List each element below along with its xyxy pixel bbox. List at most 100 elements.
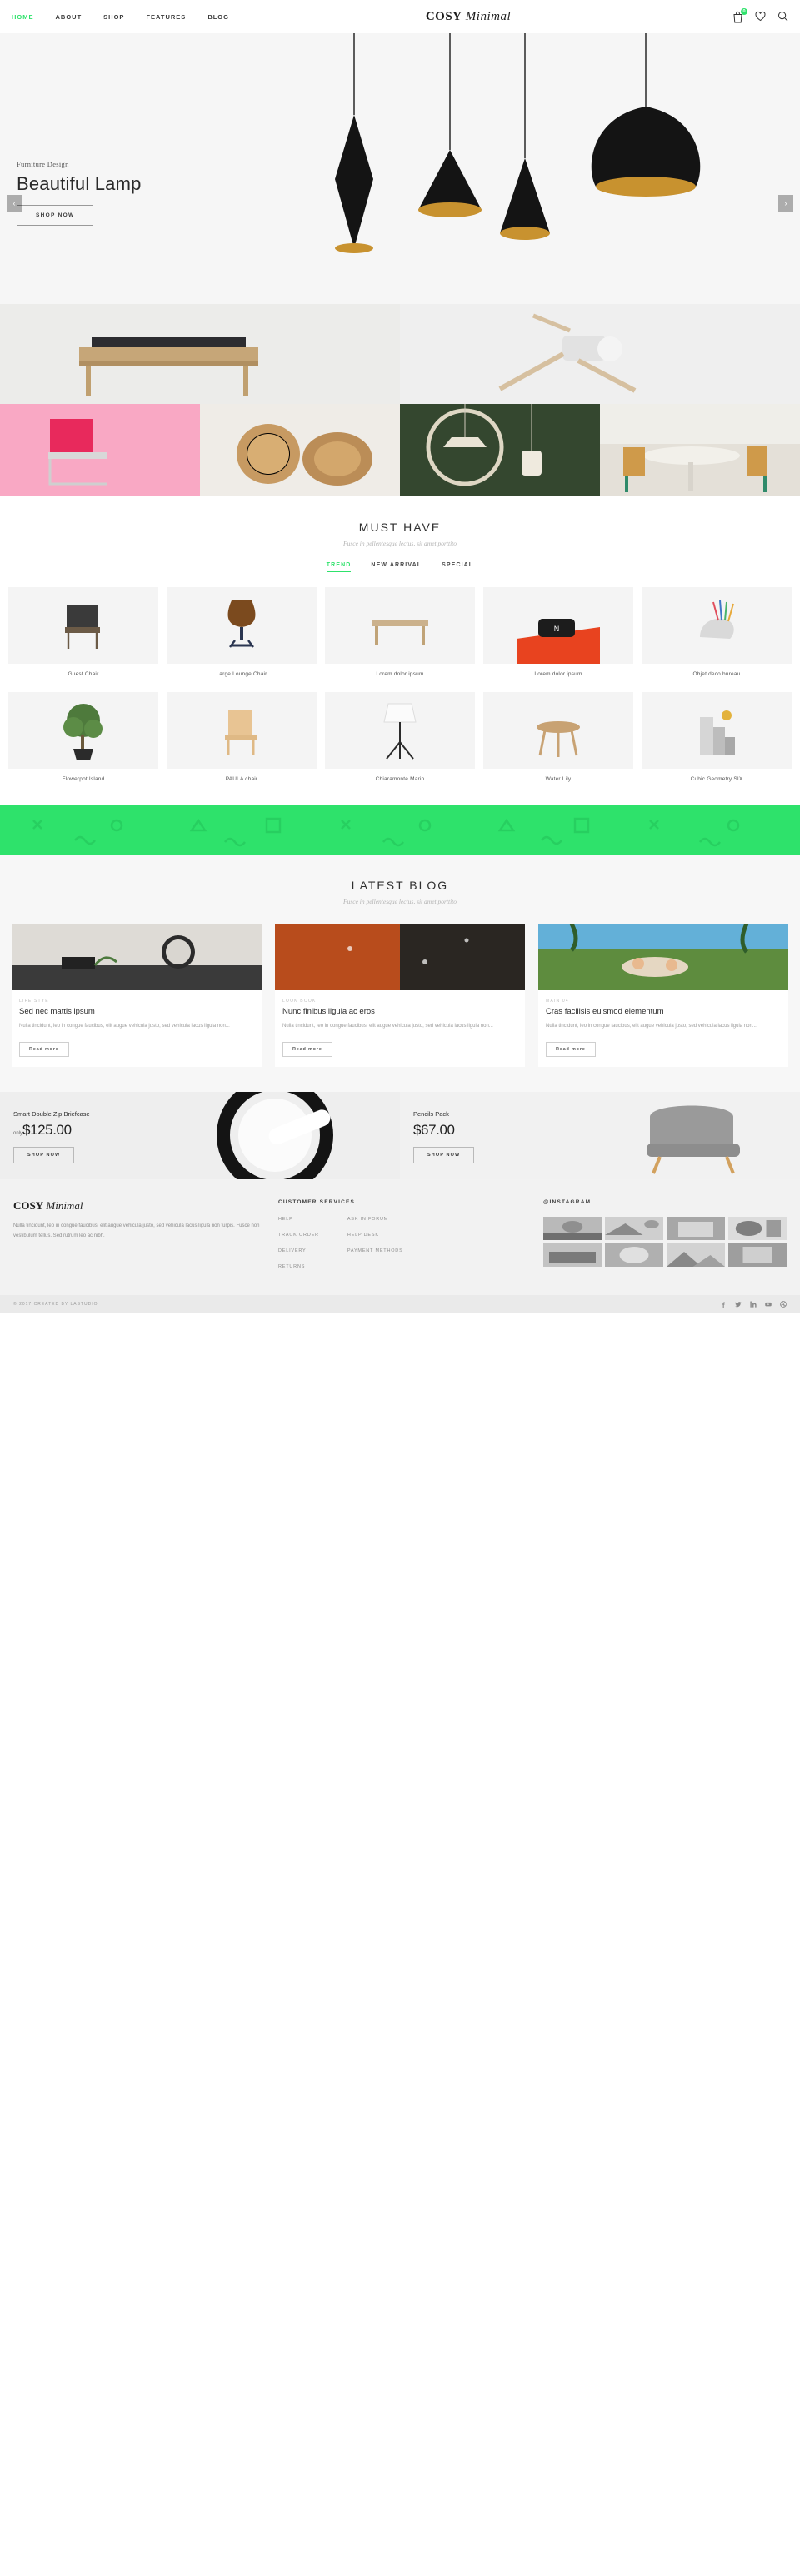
site-logo[interactable]: COSY Minimal [229,9,732,24]
blog-category[interactable]: LOOK BOOK [282,999,518,1004]
product-image-water-lily-stool [483,692,633,769]
footer-link-returns[interactable]: RETURNS [278,1264,319,1269]
slider-prev-arrow-icon[interactable]: ‹ [7,195,22,212]
footer-link-ask-in-forum[interactable]: ASK IN FORUM [348,1217,403,1222]
blog-card[interactable]: LOOK BOOK Nunc finibus ligula ac eros Nu… [275,924,525,1068]
tab-trend[interactable]: TREND [326,562,352,572]
promo-caption: Smart Double Zip Briefcase only $125.00 … [13,1110,90,1164]
blog-post-title[interactable]: Nunc finibus ligula ac eros [282,1007,518,1016]
instagram-thumb[interactable] [543,1217,602,1241]
product-name: Chiaramonte Marin [375,776,425,782]
blog-body: LIFE STYE Sed nec mattis ipsum Nulla tin… [12,990,262,1067]
promo-banner-pencils[interactable]: Pencils Pack $67.00 SHOP NOW [400,1092,800,1180]
product-card[interactable]: Water Lily [483,692,633,782]
hero-caption: Furniture Design Beautiful Lamp SHOP NOW [17,160,142,226]
mosaic-tile-wood-stools[interactable] [200,404,400,496]
product-image-cubic-geometry [642,692,792,769]
linkedin-icon[interactable] [750,1301,757,1308]
product-card[interactable]: Large Lounge Chair [167,587,317,677]
tab-special[interactable]: SPECIAL [442,562,473,572]
product-card[interactable]: Flowerpot Island [8,692,158,782]
footer-link-track-order[interactable]: TRACK ORDER [278,1233,319,1238]
footer-instagram-column: @INSTAGRAM [543,1199,787,1280]
blog-image-2 [275,924,525,990]
blog-category[interactable]: LIFE STYE [19,999,254,1004]
search-icon[interactable] [778,11,788,23]
green-pattern-banner [0,805,800,855]
footer-logo-bold: COSY [13,1199,44,1213]
promo-price: $125.00 [22,1122,72,1139]
product-name: Objet deco bureau [692,671,741,677]
read-more-button[interactable]: Read more [19,1042,69,1058]
product-card[interactable]: PAULA chair [167,692,317,782]
instagram-thumb[interactable] [667,1243,725,1268]
instagram-thumb[interactable] [728,1217,787,1241]
promo-shop-now-button[interactable]: SHOP NOW [13,1147,75,1164]
blog-category[interactable]: MAIN 04 [546,999,781,1004]
footer-about-text: Nulla tincidunt, leo in congue faucibus,… [13,1223,260,1239]
nav-item-about[interactable]: ABOUT [56,13,82,21]
footer-services-column: CUSTOMER SERVICES HELP TRACK ORDER DELIV… [278,1199,528,1280]
hero-eyebrow: Furniture Design [17,160,69,168]
nav-item-blog[interactable]: BLOG [208,13,229,21]
promo-shop-now-button[interactable]: SHOP NOW [413,1147,475,1164]
youtube-icon[interactable] [765,1301,772,1308]
blog-post-title[interactable]: Sed nec mattis ipsum [19,1007,254,1016]
mosaic-tile-pendant-plants[interactable] [400,404,600,496]
product-card[interactable]: Guest Chair [8,587,158,677]
product-card[interactable]: Cubic Geometry SIX [642,692,792,782]
read-more-button[interactable]: Read more [546,1042,596,1058]
blog-card[interactable]: MAIN 04 Cras facilisis euismod elementum… [538,924,788,1068]
mosaic-tile-pink-chair[interactable] [0,404,200,496]
instagram-thumb[interactable] [728,1243,787,1268]
hero-slider: Furniture Design Beautiful Lamp SHOP NOW… [0,33,800,304]
tab-new-arrival[interactable]: NEW ARRIVAL [371,562,422,572]
product-image-table [325,587,475,664]
slider-next-arrow-icon[interactable]: › [778,195,793,212]
nav-item-shop[interactable]: SHOP [103,13,124,21]
copyright-text: © 2017 CREATED BY LASTUDIO [13,1302,98,1308]
blog-excerpt: Nulla tincidunt, leo in congue faucibus,… [19,1024,230,1029]
instagram-thumb[interactable] [543,1243,602,1268]
product-name: Flowerpot Island [62,776,105,782]
cart-icon[interactable]: 0 [732,7,748,23]
product-card[interactable]: Lorem dolor ipsum [325,587,475,677]
facebook-icon[interactable] [720,1301,727,1308]
hero-lamps-image [267,33,800,304]
product-image-black-device: N [483,587,633,664]
promo-banner-briefcase[interactable]: Smart Double Zip Briefcase only $125.00 … [0,1092,400,1180]
footer-link-help-desk[interactable]: HELP DESK [348,1233,403,1238]
product-name: Large Lounge Chair [216,671,268,677]
twitter-icon[interactable] [735,1301,742,1308]
wishlist-heart-icon[interactable] [755,11,766,23]
hero-shop-now-button[interactable]: SHOP NOW [17,205,94,226]
social-links [720,1301,787,1308]
blog-subtitle: Fusce in pellentesque lectus, sit amet p… [342,898,457,905]
mosaic-tile-dining[interactable] [600,404,800,496]
promo-only-label: only [13,1131,23,1137]
product-card[interactable]: N Lorem dolor ipsum [483,587,633,677]
main-navigation: HOME ABOUT SHOP FEATURES BLOG [12,13,229,21]
header-icon-group: 0 [732,7,788,23]
product-grid-row-1: Guest Chair Large Lounge Chair Lorem dol… [0,572,800,677]
blog-card[interactable]: LIFE STYE Sed nec mattis ipsum Nulla tin… [12,924,262,1068]
cart-count-badge: 0 [741,7,748,15]
instagram-thumb[interactable] [605,1217,663,1241]
mosaic-tile-desk[interactable] [0,304,400,404]
read-more-button[interactable]: Read more [282,1042,332,1058]
nav-item-home[interactable]: HOME [12,13,34,21]
product-card[interactable]: Chiaramonte Marin [325,692,475,782]
dribbble-icon[interactable] [780,1301,787,1308]
footer-link-payment-methods[interactable]: PAYMENT METHODS [348,1248,403,1253]
product-card[interactable]: Objet deco bureau [642,587,792,677]
mosaic-tile-lamp[interactable] [400,304,800,404]
product-image-floor-lamp [325,692,475,769]
promo-banner-row: Smart Double Zip Briefcase only $125.00 … [0,1092,800,1180]
instagram-thumb[interactable] [605,1243,663,1268]
blog-post-title[interactable]: Cras facilisis euismod elementum [546,1007,781,1016]
footer-link-help[interactable]: HELP [278,1217,319,1222]
nav-item-features[interactable]: FEATURES [146,13,186,21]
footer-link-delivery[interactable]: DELIVERY [278,1248,319,1253]
instagram-thumb[interactable] [667,1217,725,1241]
footer-logo[interactable]: COSY Minimal [13,1199,263,1213]
